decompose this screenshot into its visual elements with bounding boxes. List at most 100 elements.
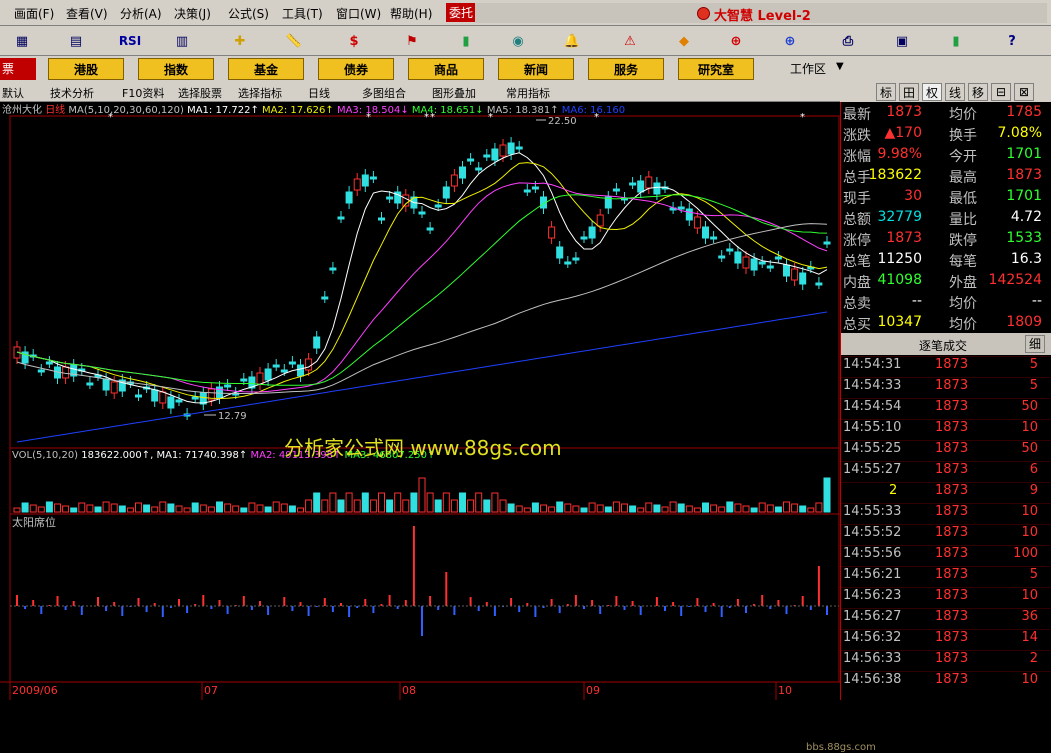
trade-price: 1873 — [935, 588, 969, 603]
nav-button-4[interactable]: 商品 — [408, 58, 484, 80]
stats-icon[interactable]: ▮ — [942, 29, 970, 53]
nav-stock-tab[interactable]: 票 — [0, 58, 36, 80]
candle-body — [386, 196, 394, 200]
zoom-blue-icon[interactable]: ⊕ — [776, 29, 804, 53]
help-icon[interactable]: ? — [998, 29, 1026, 53]
nav-button-5[interactable]: 新闻 — [498, 58, 574, 80]
menu-2[interactable]: 分析(A) — [120, 5, 162, 22]
nav-button-2[interactable]: 基金 — [228, 58, 304, 80]
candle-body — [507, 142, 515, 155]
indicator-bar — [655, 597, 658, 606]
volume-bar — [629, 505, 637, 513]
crosshair-icon[interactable]: ✚ — [226, 29, 254, 53]
nav-button-0[interactable]: 港股 — [48, 58, 124, 80]
trade-volume: 5 — [1029, 567, 1038, 582]
chart-canvas[interactable]: 沧州大化 日线 MA(5,10,20,30,60,120) MA1: 17.72… — [0, 102, 840, 700]
quote-value2: 1785 — [1006, 104, 1042, 120]
candle-body — [353, 178, 361, 191]
ruler-icon[interactable]: 📏 — [280, 29, 308, 53]
func-3[interactable]: 选择股票 — [178, 85, 222, 101]
candle-body — [345, 191, 353, 204]
zoom-red-icon[interactable]: ⊕ — [722, 29, 750, 53]
nav-button-3[interactable]: 债券 — [318, 58, 394, 80]
func-1[interactable]: 技术分析 — [50, 85, 94, 101]
binocular-icon[interactable]: ◉ — [504, 29, 532, 53]
indicator-bar — [340, 603, 342, 606]
dollar-icon[interactable]: $ — [340, 29, 368, 53]
nav-button-7[interactable]: 研究室 — [678, 58, 754, 80]
candle-body — [151, 389, 159, 402]
indicator-bar — [137, 598, 140, 606]
right-tab-1[interactable]: 田 — [899, 83, 919, 101]
candle-body — [823, 241, 831, 245]
window-icon[interactable]: ▣ — [888, 29, 916, 53]
func-6[interactable]: 多图组合 — [362, 85, 406, 101]
bell-icon[interactable]: 🔔 — [558, 29, 586, 53]
right-tab-5[interactable]: ⊟ — [991, 83, 1011, 101]
candle-body — [450, 174, 458, 187]
nav-button-1[interactable]: 指数 — [138, 58, 214, 80]
func-0[interactable]: 默认 — [2, 85, 24, 101]
candle-body — [418, 211, 426, 215]
menu-0[interactable]: 画面(F) — [14, 5, 54, 22]
volume-bar — [637, 507, 645, 513]
ma-label: MA(5,10,20,30,60,120) — [68, 105, 187, 116]
func-2[interactable]: F10资料 — [122, 85, 164, 101]
menu-1[interactable]: 查看(V) — [66, 5, 108, 22]
quote-panel: 最新 1873 均价 1785 涨跌 ▲170 换手 7.08% 涨幅 9.98% 今开 1701 总手… — [840, 102, 1051, 700]
indicator-bar — [445, 572, 448, 606]
report-icon[interactable]: ▥ — [168, 29, 196, 53]
quote-label2: 均价 — [949, 107, 977, 123]
quote-value2: -- — [1031, 293, 1042, 309]
volume-bar — [256, 504, 264, 513]
rsi-icon[interactable]: RSI — [116, 29, 144, 53]
star-mark-1: * — [366, 112, 371, 123]
star-mark-2: * — [424, 112, 429, 123]
func-4[interactable]: 选择指标 — [238, 85, 282, 101]
diamond-icon[interactable]: ◆ — [670, 29, 698, 53]
menu-7[interactable]: 帮助(H) — [390, 5, 432, 22]
menu-3[interactable]: 决策(J) — [174, 5, 211, 22]
indicator-bar — [736, 599, 739, 606]
menu-6[interactable]: 窗口(W) — [336, 5, 381, 22]
right-tab-0[interactable]: 标 — [876, 83, 896, 101]
brand-logo-icon — [697, 7, 710, 20]
right-tab-2[interactable]: 权 — [922, 83, 942, 101]
print-icon[interactable]: ⎙ — [834, 29, 862, 53]
right-tab-6[interactable]: ⊠ — [1014, 83, 1034, 101]
ma1-line — [16, 152, 828, 404]
quote-row: 总手 183622 最高 1873 — [841, 167, 1051, 188]
trades-detail-button[interactable]: 细 — [1025, 335, 1045, 353]
volume-bar — [588, 502, 596, 513]
trade-price: 1873 — [935, 357, 969, 372]
menu-5[interactable]: 工具(T) — [282, 5, 323, 22]
trade-row: 14:55:56 1873 100 — [841, 545, 1051, 566]
quote-label: 内盘 — [843, 275, 871, 291]
volume-bar — [345, 492, 353, 513]
volume-bar — [661, 506, 669, 513]
kline-chart[interactable]: 沧州大化 日线 MA(5,10,20,30,60,120) MA1: 17.72… — [0, 102, 876, 753]
bars-icon[interactable]: ▮ — [452, 29, 480, 53]
menu-weituo[interactable]: 委托 — [446, 3, 477, 22]
right-tab-3[interactable]: 线 — [945, 83, 965, 101]
candle-body — [159, 391, 167, 404]
volume-bar — [62, 505, 70, 513]
candle-body — [637, 180, 645, 193]
func-7[interactable]: 图形叠加 — [432, 85, 476, 101]
high-marker: 22.50 — [548, 116, 577, 127]
func-8[interactable]: 常用指标 — [506, 85, 550, 101]
kline-icon[interactable]: ▤ — [62, 29, 90, 53]
workspace-dropdown-icon[interactable]: ▼ — [836, 61, 844, 72]
workspace-label[interactable]: 工作区 — [790, 60, 826, 77]
chart-icon[interactable]: ▦ — [8, 29, 36, 53]
trade-volume: 6 — [1029, 462, 1038, 477]
flag-icon[interactable]: ⚑ — [398, 29, 426, 53]
menu-4[interactable]: 公式(S) — [228, 5, 269, 22]
warning-icon[interactable]: ⚠ — [616, 29, 644, 53]
nav-button-6[interactable]: 服务 — [588, 58, 664, 80]
indicator-bar — [801, 596, 804, 606]
func-5[interactable]: 日线 — [308, 85, 330, 101]
quote-value: 1873 — [886, 230, 922, 246]
volume-bar — [313, 492, 321, 513]
right-tab-4[interactable]: 移 — [968, 83, 988, 101]
